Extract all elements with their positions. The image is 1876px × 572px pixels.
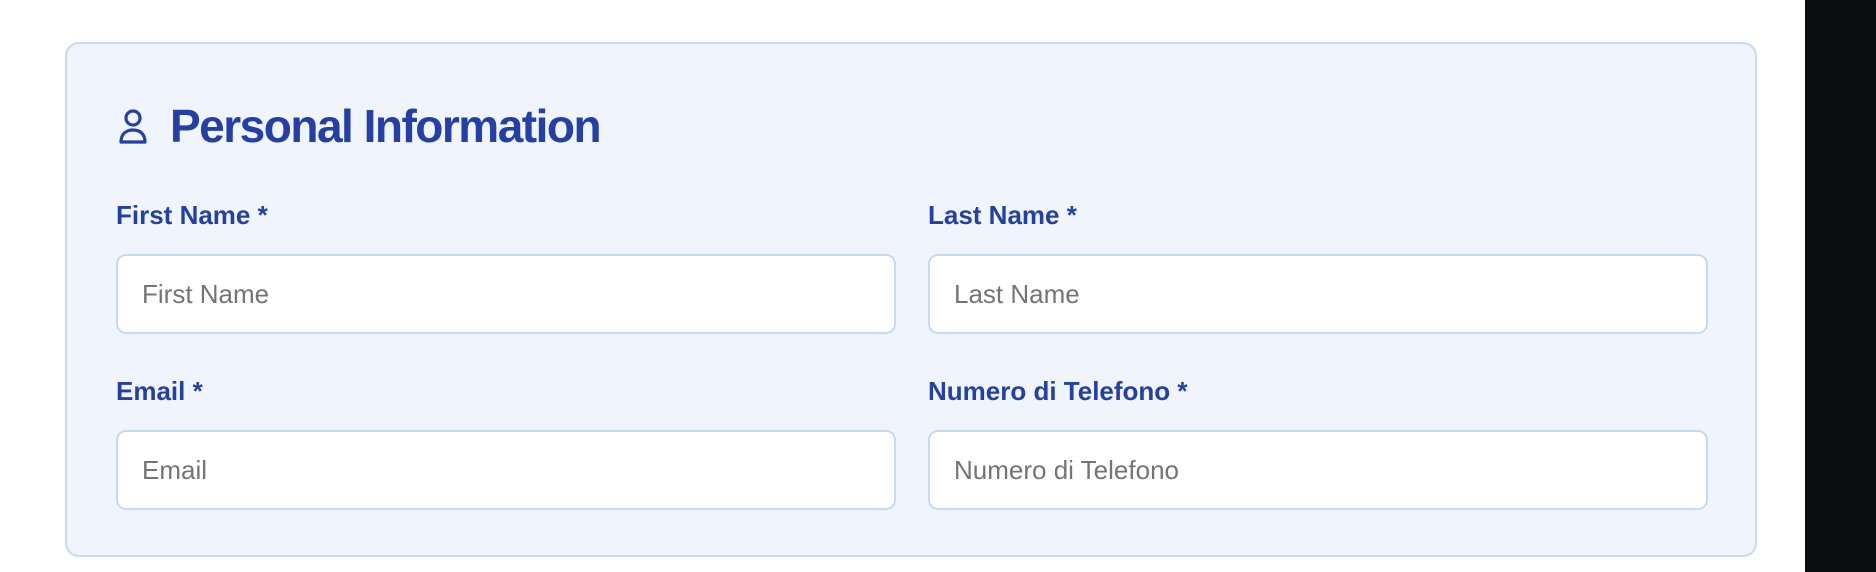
section-header: Personal Information [116, 96, 602, 156]
email-input[interactable] [116, 430, 896, 510]
phone-input[interactable] [928, 430, 1708, 510]
section-title: Personal Information [170, 100, 602, 152]
last-name-input[interactable] [928, 254, 1708, 334]
last-name-label: Last Name * [928, 200, 1077, 230]
first-name-input[interactable] [116, 254, 896, 334]
user-icon [116, 106, 150, 146]
first-name-label: First Name * [116, 200, 268, 230]
page: Personal Information First Name * Last N… [0, 0, 1805, 572]
phone-label: Numero di Telefono * [928, 376, 1188, 406]
personal-information-section: Personal Information First Name * Last N… [65, 42, 1757, 557]
email-label: Email * [116, 376, 203, 406]
